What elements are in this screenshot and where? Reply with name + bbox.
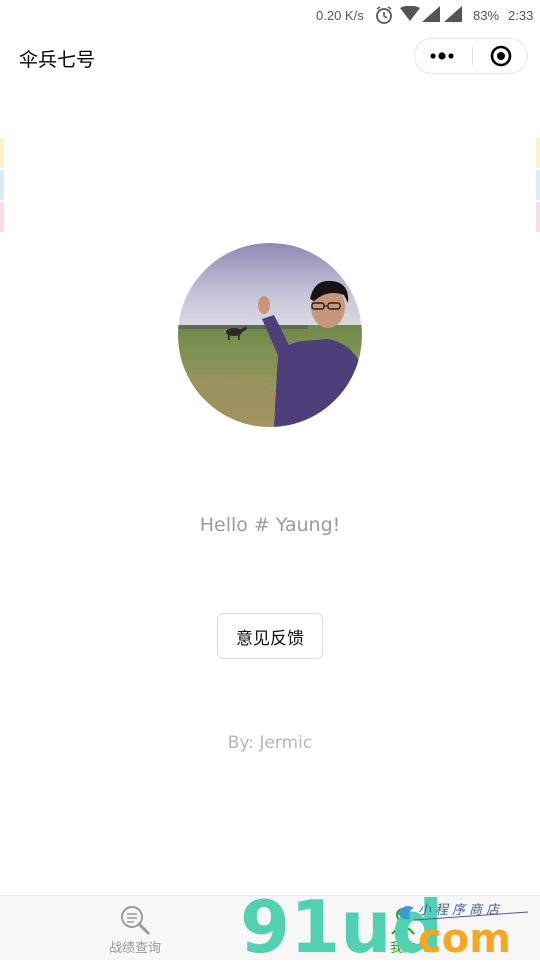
search-magnifier-icon [121, 906, 150, 935]
tab-label: 战绩查询 [108, 941, 161, 956]
wifi-icon [400, 6, 420, 21]
author-credit: By: Jermic [227, 733, 313, 753]
page-title: 伞兵七号 [19, 49, 96, 71]
edge-accent [0, 170, 4, 200]
more-menu-button[interactable] [415, 39, 471, 73]
status-bar: 0.20 K/s 83% 2:33 [0, 0, 540, 30]
navigation-bar: 伞兵七号 [0, 30, 540, 86]
clock-time: 2:33 [508, 8, 534, 23]
more-dots-icon [430, 52, 454, 60]
edge-accent [0, 138, 4, 168]
mini-program-capsule [414, 38, 528, 74]
avatar-photo [178, 243, 362, 427]
avatar [178, 243, 362, 427]
greeting-text: Hello # Yaung! [199, 514, 341, 536]
edge-accent [0, 202, 4, 232]
alarm-icon [376, 6, 392, 24]
watermark-brand: 91ud [240, 888, 443, 960]
battery-level: 83% [473, 8, 500, 23]
edge-accent [536, 170, 540, 200]
signal-icon [422, 6, 440, 22]
watermark: 91ud com 小程序商店 [238, 885, 540, 964]
signal-icon [444, 6, 462, 22]
tab-record-query[interactable]: 战绩查询 [70, 896, 200, 960]
target-circle-icon [490, 45, 512, 67]
edge-accent [536, 138, 540, 168]
watermark-graphic: 91ud com 小程序商店 [240, 885, 529, 964]
watermark-tagline: 小程序商店 [418, 903, 503, 918]
edge-accent [536, 202, 540, 232]
feedback-button[interactable]: 意见反馈 [217, 613, 323, 659]
close-mini-program-button[interactable] [473, 39, 528, 73]
watermark-suffix: com [418, 916, 511, 960]
network-speed: 0.20 K/s [316, 8, 364, 23]
